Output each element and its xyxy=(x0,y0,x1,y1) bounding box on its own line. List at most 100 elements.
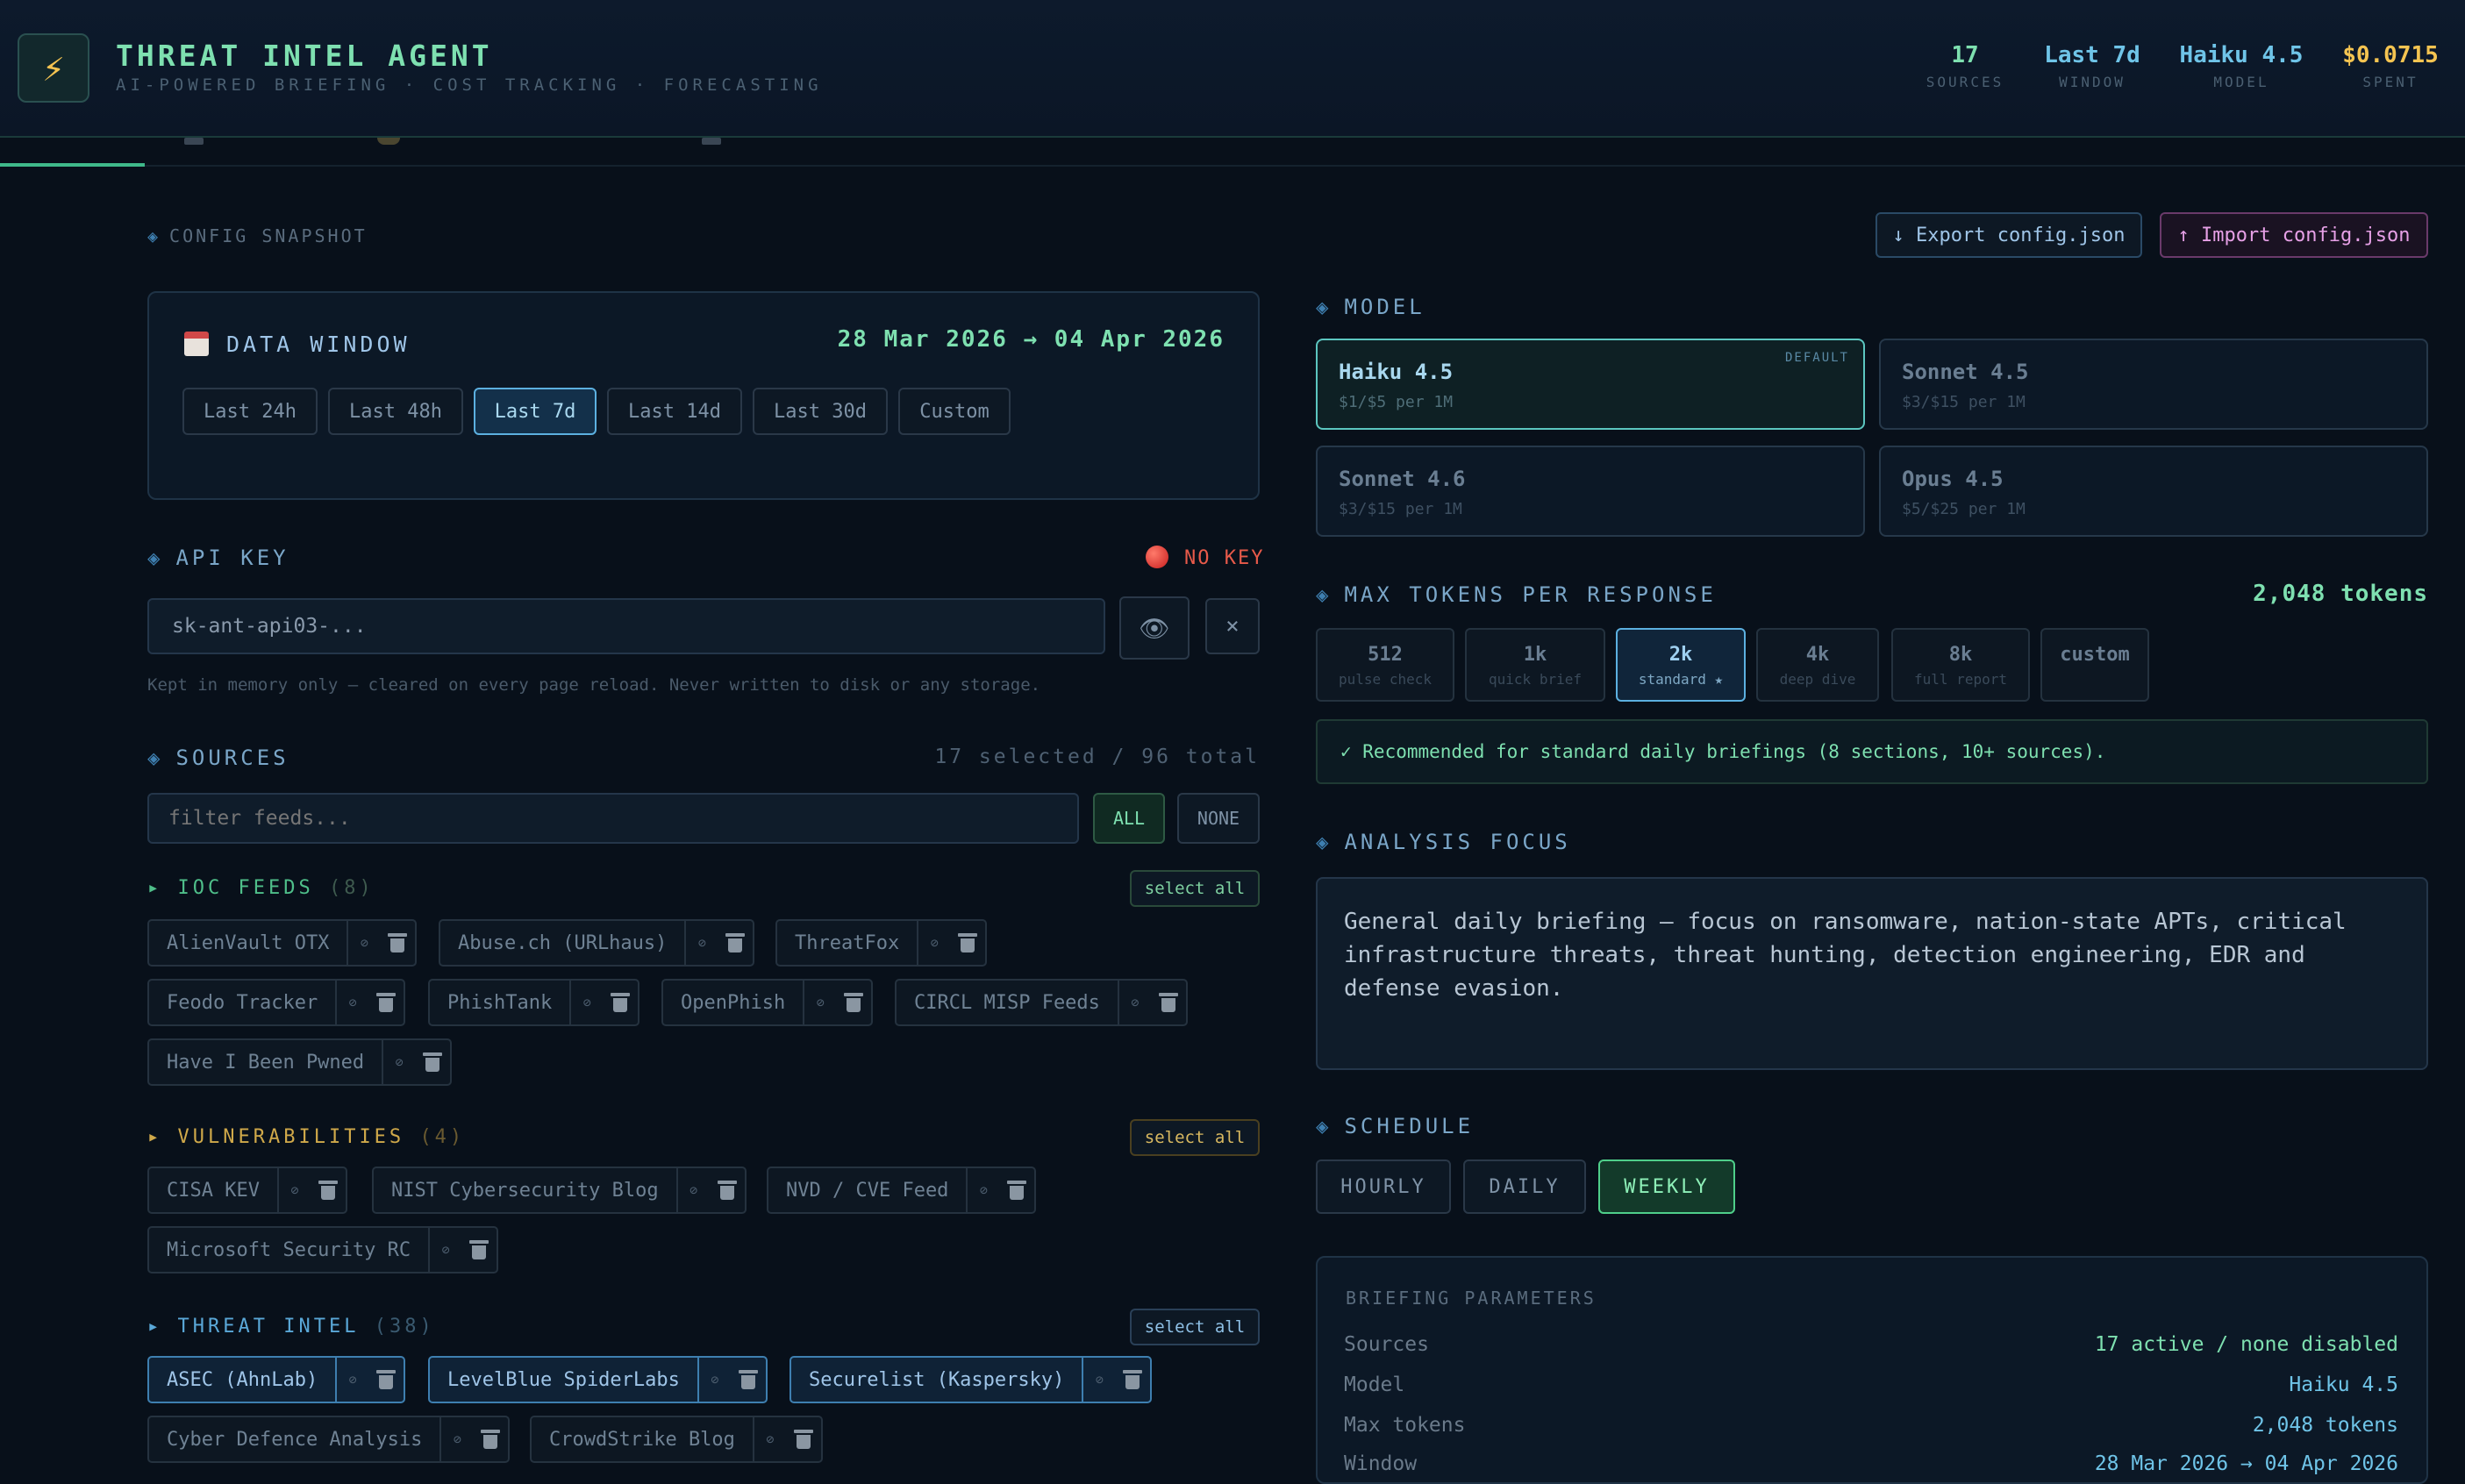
settings-icon[interactable]: ⊘ xyxy=(686,935,718,951)
trash-icon[interactable] xyxy=(710,1181,745,1200)
schedule-title: ◈ SCHEDULE xyxy=(1316,1114,1475,1138)
settings-icon[interactable]: ⊘ xyxy=(441,1431,473,1447)
tab-ghost-1[interactable] xyxy=(184,138,204,145)
no-key-status-icon xyxy=(1146,546,1168,568)
export-config-button[interactable]: ↓ Export config.json xyxy=(1876,212,2142,258)
import-config-button[interactable]: ↑ Import config.json xyxy=(2160,212,2428,258)
token-option-1k[interactable]: 1k quick brief xyxy=(1465,628,1605,702)
window-option-custom[interactable]: Custom xyxy=(898,388,1011,435)
settings-icon[interactable]: ⊘ xyxy=(337,995,368,1010)
source-chip[interactable]: NIST Cybersecurity Blog ⊘ xyxy=(372,1167,747,1214)
calendar-icon xyxy=(184,332,209,356)
schedule-daily-button[interactable]: DAILY xyxy=(1463,1159,1586,1214)
window-option-14d[interactable]: Last 14d xyxy=(607,388,742,435)
settings-icon[interactable]: ⊘ xyxy=(571,995,603,1010)
source-chip[interactable]: CIRCL MISP Feeds ⊘ xyxy=(895,979,1188,1026)
model-option-sonnet-4-6[interactable]: Sonnet 4.6 $3/$15 per 1M xyxy=(1316,446,1865,537)
select-all-ioc-button[interactable]: select all xyxy=(1130,870,1260,907)
trash-icon[interactable] xyxy=(1115,1370,1150,1389)
tab-ghost-2[interactable] xyxy=(377,138,400,145)
schedule-weekly-button[interactable]: WEEKLY xyxy=(1598,1159,1735,1214)
trash-icon[interactable] xyxy=(311,1181,346,1200)
analysis-focus-textarea[interactable]: General daily briefing — focus on ransom… xyxy=(1316,877,2428,1070)
trash-icon[interactable] xyxy=(368,993,404,1012)
settings-icon[interactable]: ⊘ xyxy=(383,1054,415,1070)
window-option-7d[interactable]: Last 7d xyxy=(474,388,597,435)
trash-icon[interactable] xyxy=(461,1240,497,1259)
select-all-threat-intel-button[interactable]: select all xyxy=(1130,1309,1260,1345)
source-chip[interactable]: PhishTank ⊘ xyxy=(428,979,640,1026)
filter-feeds-input[interactable] xyxy=(147,793,1079,844)
settings-icon[interactable]: ⊘ xyxy=(1119,995,1151,1010)
source-chip[interactable]: NVD / CVE Feed ⊘ xyxy=(767,1167,1037,1214)
analysis-focus-title: ◈ ANALYSIS FOCUS xyxy=(1316,830,1571,854)
token-option-4k[interactable]: 4k deep dive xyxy=(1756,628,1879,702)
settings-icon[interactable]: ⊘ xyxy=(968,1182,999,1198)
window-option-24h[interactable]: Last 24h xyxy=(182,388,318,435)
settings-icon[interactable]: ⊘ xyxy=(1083,1372,1115,1388)
tab-ghost-3[interactable] xyxy=(702,138,721,145)
data-window-title: DATA WINDOW xyxy=(226,332,411,357)
token-option-8k[interactable]: 8k full report xyxy=(1891,628,2030,702)
settings-icon[interactable]: ⊘ xyxy=(348,935,380,951)
schedule-hourly-button[interactable]: HOURLY xyxy=(1316,1159,1451,1214)
active-tab-indicator[interactable] xyxy=(0,163,145,167)
trash-icon[interactable] xyxy=(368,1370,404,1389)
select-all-vulnerabilities-button[interactable]: select all xyxy=(1130,1119,1260,1156)
app-header: ⚡ THREAT INTEL AGENT AI-POWERED BRIEFING… xyxy=(0,0,2465,138)
app-subtitle: AI-POWERED BRIEFING · COST TRACKING · FO… xyxy=(116,75,823,95)
source-chip[interactable]: ASEC (AhnLab) ⊘ xyxy=(147,1356,406,1403)
select-none-sources-button[interactable]: NONE xyxy=(1177,793,1260,844)
source-chip[interactable]: LevelBlue SpiderLabs ⊘ xyxy=(428,1356,768,1403)
source-chip[interactable]: Feodo Tracker ⊘ xyxy=(147,979,406,1026)
model-option-haiku-4-5[interactable]: DEFAULT Haiku 4.5 $1/$5 per 1M xyxy=(1316,339,1865,430)
source-chip[interactable]: Microsoft Security RC ⊘ xyxy=(147,1226,499,1274)
trash-icon[interactable] xyxy=(786,1430,821,1449)
source-chip[interactable]: CrowdStrike Blog ⊘ xyxy=(530,1416,823,1463)
window-option-48h[interactable]: Last 48h xyxy=(328,388,463,435)
trash-icon[interactable] xyxy=(1151,993,1186,1012)
trash-icon[interactable] xyxy=(380,933,415,952)
show-key-eye-button[interactable]: 👁 xyxy=(1119,596,1190,660)
group-ioc-feeds-header[interactable]: ▸ IOC FEEDS (8) xyxy=(147,877,375,899)
sources-title: ◈ SOURCES xyxy=(147,746,289,770)
model-option-opus-4-5[interactable]: Opus 4.5 $5/$25 per 1M xyxy=(1879,446,2428,537)
trash-icon[interactable] xyxy=(718,933,753,952)
settings-icon[interactable]: ⊘ xyxy=(430,1242,461,1258)
trash-icon[interactable] xyxy=(950,933,985,952)
trash-icon[interactable] xyxy=(836,993,871,1012)
trash-icon[interactable] xyxy=(603,993,638,1012)
trash-icon[interactable] xyxy=(473,1430,508,1449)
group-threat-intel-header[interactable]: ▸ THREAT INTEL (38) xyxy=(147,1316,435,1338)
settings-icon[interactable]: ⊘ xyxy=(337,1372,368,1388)
clear-key-button[interactable]: × xyxy=(1205,598,1260,654)
source-chip[interactable]: AlienVault OTX ⊘ xyxy=(147,919,418,967)
trash-icon[interactable] xyxy=(415,1052,450,1072)
token-recommendation: ✓ Recommended for standard daily briefin… xyxy=(1316,719,2428,784)
select-all-sources-button[interactable]: ALL xyxy=(1093,793,1165,844)
settings-icon[interactable]: ⊘ xyxy=(918,935,950,951)
settings-icon[interactable]: ⊘ xyxy=(699,1372,731,1388)
trash-icon[interactable] xyxy=(731,1370,766,1389)
source-chip[interactable]: Cyber Defence Analysis ⊘ xyxy=(147,1416,511,1463)
settings-icon[interactable]: ⊘ xyxy=(804,995,836,1010)
source-chip[interactable]: ThreatFox ⊘ xyxy=(775,919,988,967)
settings-icon[interactable]: ⊘ xyxy=(279,1182,311,1198)
token-option-512[interactable]: 512 pulse check xyxy=(1316,628,1454,702)
source-chip[interactable]: CISA KEV ⊘ xyxy=(147,1167,347,1214)
api-key-status: NO KEY xyxy=(1184,547,1265,569)
group-vulnerabilities-header[interactable]: ▸ VULNERABILITIES (4) xyxy=(147,1126,465,1148)
source-chip[interactable]: Abuse.ch (URLhaus) ⊘ xyxy=(439,919,755,967)
token-option-custom[interactable]: custom xyxy=(2040,628,2149,702)
settings-icon[interactable]: ⊘ xyxy=(678,1182,710,1198)
param-row-window: Window 28 Mar 2026 → 04 Apr 2026 xyxy=(1344,1452,2398,1475)
model-option-sonnet-4-5[interactable]: Sonnet 4.5 $3/$15 per 1M xyxy=(1879,339,2428,430)
trash-icon[interactable] xyxy=(999,1181,1034,1200)
token-option-2k[interactable]: 2k standard ★ xyxy=(1616,628,1746,702)
source-chip[interactable]: OpenPhish ⊘ xyxy=(661,979,874,1026)
window-option-30d[interactable]: Last 30d xyxy=(753,388,888,435)
source-chip[interactable]: Have I Been Pwned ⊘ xyxy=(147,1038,453,1086)
source-chip[interactable]: Securelist (Kaspersky) ⊘ xyxy=(790,1356,1153,1403)
settings-icon[interactable]: ⊘ xyxy=(754,1431,786,1447)
api-key-input[interactable]: sk-ant-api03-... xyxy=(147,598,1105,654)
